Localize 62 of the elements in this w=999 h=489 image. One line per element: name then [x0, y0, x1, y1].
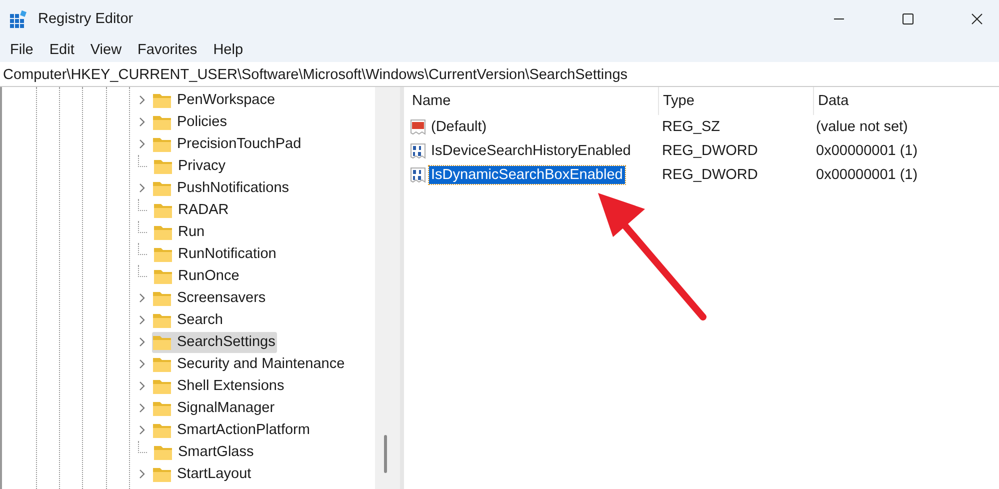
tree-item[interactable]: Security and Maintenance [152, 354, 347, 374]
tree-item[interactable]: StartLayout [152, 464, 254, 484]
tree-item[interactable]: PenWorkspace [152, 90, 278, 110]
table-cell-text: 0x00000001 (1) [815, 143, 918, 159]
tree-item[interactable]: Screensavers [152, 288, 268, 308]
folder-icon [154, 246, 172, 262]
tree-item[interactable]: PrecisionTouchPad [152, 134, 304, 154]
registry-icon [10, 10, 28, 28]
table-cell-text: (value not set) [815, 119, 908, 135]
menu-item[interactable]: View [82, 42, 130, 58]
close-icon[interactable] [971, 13, 983, 25]
value-name[interactable]: (Default) [429, 118, 489, 136]
table-cell-text: REG_DWORD [661, 167, 759, 183]
maximize-icon[interactable] [902, 13, 914, 25]
menu-item[interactable]: Favorites [130, 42, 206, 58]
menu-item[interactable]: Help [205, 42, 252, 58]
column-header[interactable]: Type [658, 87, 813, 115]
menu-item[interactable]: File [2, 42, 42, 58]
table-cell-text: REG_SZ [661, 119, 722, 135]
folder-icon [153, 114, 171, 130]
folder-icon [153, 180, 171, 196]
tree-item[interactable]: PushNotifications [152, 178, 292, 198]
folder-icon [153, 290, 171, 306]
tree-item[interactable]: Shell Extensions [152, 376, 286, 396]
tree-item[interactable]: Run [153, 222, 207, 242]
tree-item[interactable]: SignalManager [152, 398, 277, 418]
string-value-icon [410, 119, 426, 135]
folder-icon [153, 312, 171, 328]
folder-icon [154, 202, 172, 218]
folder-icon [153, 334, 171, 350]
column-header[interactable]: Name [408, 93, 658, 109]
value-name[interactable]: IsDeviceSearchHistoryEnabled [429, 142, 633, 160]
tree-item[interactable]: RunNotification [153, 244, 278, 264]
folder-icon [154, 158, 172, 174]
folder-icon [154, 268, 172, 284]
binary-value-icon [410, 143, 426, 159]
binary-value-icon [410, 167, 426, 183]
tree-item[interactable]: SmartActionPlatform [152, 420, 312, 440]
table-cell-text: 0x00000001 (1) [815, 167, 918, 183]
value-name[interactable]: IsDynamicSearchBoxEnabled [429, 166, 625, 184]
tree-item[interactable]: RunOnce [153, 266, 242, 286]
scrollbar-thumb[interactable] [384, 435, 387, 473]
menu-item[interactable]: Edit [41, 42, 82, 58]
folder-icon [154, 444, 172, 460]
folder-icon [153, 466, 171, 482]
folder-icon [153, 422, 171, 438]
folder-icon [153, 136, 171, 152]
tree-item[interactable]: Search [152, 310, 225, 330]
folder-icon [153, 400, 171, 416]
folder-icon [154, 224, 172, 240]
tree-item[interactable]: Privacy [153, 156, 228, 176]
table-cell-text: REG_DWORD [661, 143, 759, 159]
tree-item[interactable]: SearchSettings [152, 332, 278, 352]
tree-item[interactable]: SmartGlass [153, 442, 256, 462]
window-title: Registry Editor [38, 11, 134, 27]
tree-item[interactable]: Policies [152, 112, 229, 132]
folder-icon [153, 378, 171, 394]
folder-icon [153, 356, 171, 372]
folder-icon [153, 92, 171, 108]
scrollbar[interactable] [375, 87, 400, 489]
column-header[interactable]: Data [813, 87, 849, 115]
tree-item[interactable]: RADAR [153, 200, 231, 220]
